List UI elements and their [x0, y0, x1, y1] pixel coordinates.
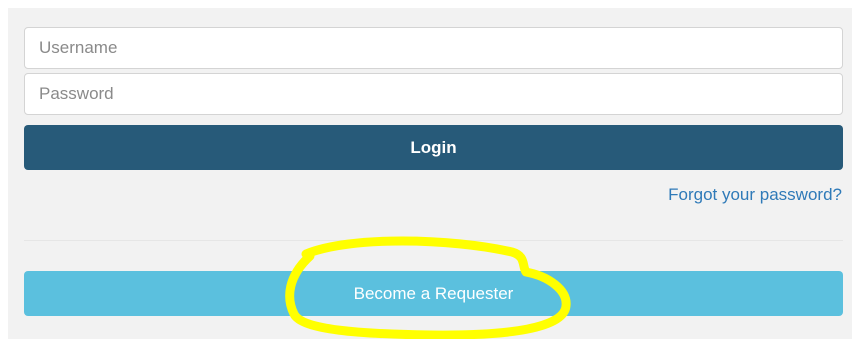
divider — [24, 240, 843, 241]
become-requester-button[interactable]: Become a Requester — [24, 271, 843, 316]
forgot-password-link[interactable]: Forgot your password? — [668, 185, 842, 205]
password-input[interactable] — [24, 73, 843, 115]
username-input[interactable] — [24, 27, 843, 69]
login-button[interactable]: Login — [24, 125, 843, 170]
